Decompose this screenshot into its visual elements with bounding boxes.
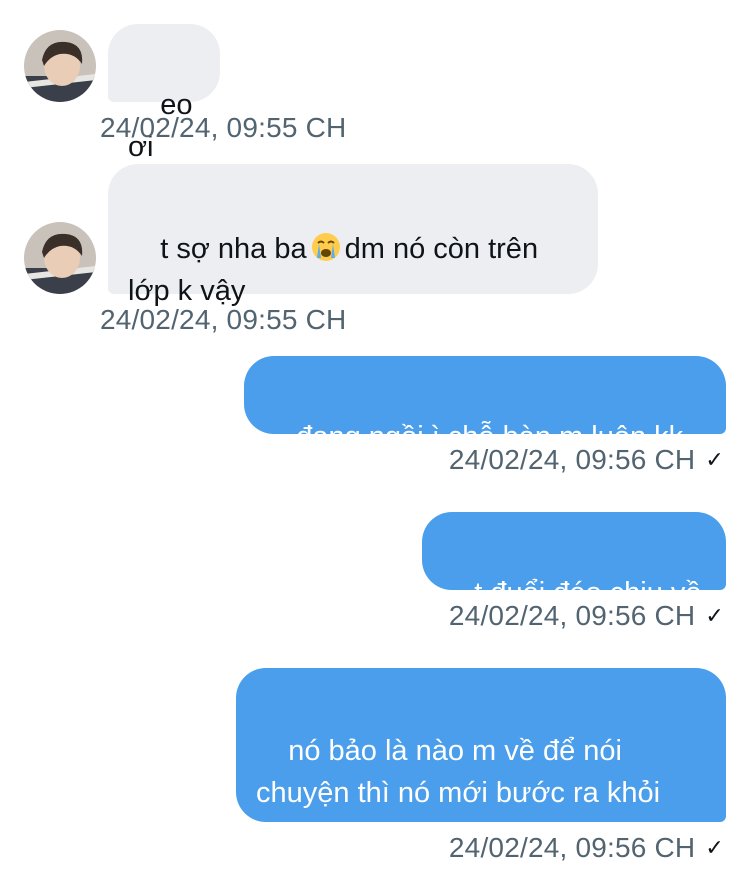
message-text: t sợ nha ba	[160, 233, 307, 265]
timestamp-text: 24/02/24, 09:56 CH	[448, 600, 696, 631]
contact-avatar[interactable]	[24, 30, 96, 102]
timestamp-text: 24/02/24, 09:55 CH	[100, 112, 347, 143]
message-timestamp: 24/02/24, 09:56 CH ✓	[449, 444, 724, 476]
timestamp-text: 24/02/24, 09:56 CH	[448, 832, 696, 863]
timestamp-text: 24/02/24, 09:55 CH	[100, 304, 347, 335]
message-timestamp: 24/02/24, 09:55 CH	[100, 112, 346, 144]
message-bubble[interactable]: eo ơi	[108, 24, 220, 163]
sent-check-icon: ✓	[705, 603, 724, 628]
contact-avatar[interactable]	[24, 222, 96, 294]
message-bubble[interactable]: t sợ nha ba dm nó còn trên lớp k vậy	[108, 164, 598, 307]
message-bubble[interactable]: nó bảo là nào m về để nói chuyện thì nó …	[236, 668, 726, 851]
message-bubble[interactable]: đang ngồi ì chỗ bàn m luôn kk	[244, 356, 726, 453]
message-timestamp: 24/02/24, 09:55 CH	[100, 304, 346, 336]
loudly-crying-face-icon	[311, 233, 340, 261]
sent-check-icon: ✓	[705, 835, 724, 860]
message-timestamp: 24/02/24, 09:56 CH ✓	[449, 600, 724, 632]
timestamp-text: 24/02/24, 09:56 CH	[448, 444, 696, 475]
sent-check-icon: ✓	[705, 447, 724, 472]
conversation: eo ơi 24/02/24, 09:55 CH t sợ nha ba dm …	[0, 0, 750, 883]
message-timestamp: 24/02/24, 09:56 CH ✓	[449, 832, 724, 864]
message-bubble[interactable]: t đuổi đéo chịu về	[422, 512, 726, 609]
